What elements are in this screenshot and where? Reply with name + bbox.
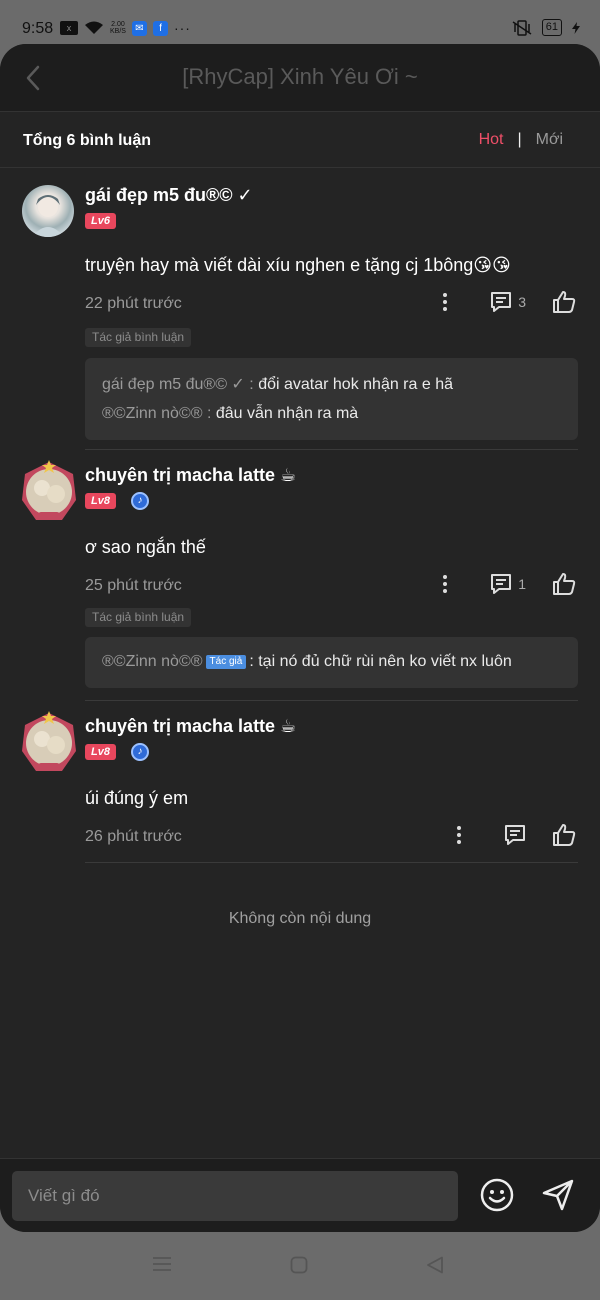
menu-icon[interactable] — [152, 1256, 172, 1272]
level-badge: Lv6 — [85, 213, 116, 229]
author-commented-tag: Tác giả bình luận — [85, 328, 192, 347]
comment-text: ơ sao ngắn thế — [85, 537, 206, 557]
author-commented-tag: Tác giả bình luận — [85, 608, 192, 627]
end-of-content-note: Không còn nội dung — [228, 910, 372, 927]
sim-icon: x — [60, 21, 78, 35]
composer-bar — [0, 1158, 600, 1232]
comment-text: úi đúng ý em — [85, 788, 189, 808]
author-badge: Tác giả — [205, 655, 247, 669]
reply-button[interactable]: 1 — [490, 573, 526, 595]
reply-button[interactable]: 3 — [490, 291, 526, 313]
comment-divider — [85, 862, 578, 863]
facebook-icon: f — [152, 20, 168, 36]
vibrate-icon — [512, 19, 532, 36]
reply-item: ®©Zinn nò©® : đâu vẫn nhận ra mà — [102, 405, 358, 423]
reply-text: : tại nó đủ chữ rùi nên ko viết nx luôn — [249, 653, 512, 670]
emoji-icon[interactable] — [480, 1178, 514, 1212]
status-right-icons: 61 — [512, 19, 580, 36]
status-bar: 9:58 x 2.00 KB/S ✉ f ··· 61 — [0, 0, 600, 46]
level-badge: Lv8 — [85, 493, 116, 509]
comment-input[interactable] — [12, 1171, 458, 1221]
wifi-icon — [85, 21, 103, 34]
comment-username[interactable]: chuyên trị macha latte ☕ — [85, 465, 296, 486]
sort-separator: | — [517, 131, 522, 148]
comment-username[interactable]: gái đẹp m5 đu®© ✓ — [85, 185, 253, 206]
comment-item: gái đẹp m5 đu®© ✓ Lv6 truyện hay mà viết… — [0, 185, 600, 465]
comment-time: 25 phút trước — [85, 577, 182, 594]
title-bar: [RhyCap] Xinh Yêu Ơi ~ — [0, 44, 600, 112]
comment-time: 22 phút trước — [85, 295, 182, 312]
comment-text: truyện hay mà viết dài xíu nghen e tặng … — [85, 255, 511, 275]
more-vertical-icon[interactable] — [430, 287, 460, 317]
comment-actions: 1 — [430, 569, 576, 599]
comment-actions — [444, 820, 576, 850]
comment-username[interactable]: chuyên trị macha latte ☕ — [85, 716, 296, 737]
back-triangle-icon[interactable] — [426, 1256, 444, 1274]
reply-icon — [491, 574, 512, 594]
sort-tabs: Hot | Mới — [479, 131, 563, 149]
reply-item: ®©Zinn nò©® Tác giả: tại nó đủ chữ rùi nê… — [102, 653, 512, 671]
reply-text: đâu vẫn nhận ra mà — [215, 405, 359, 422]
messenger-icon: ✉ — [131, 20, 147, 36]
more-vertical-icon[interactable] — [430, 569, 460, 599]
comment-divider — [85, 700, 578, 701]
avatar[interactable] — [22, 185, 74, 237]
home-icon[interactable] — [290, 1256, 308, 1274]
reply-count: 1 — [518, 576, 526, 592]
reply-preview-box[interactable]: ®©Zinn nò©® Tác giả: tại nó đủ chữ rùi nê… — [85, 637, 578, 688]
reply-author: ®©Zinn nò©® — [102, 653, 203, 670]
like-icon[interactable] — [552, 290, 576, 314]
reply-count: 3 — [518, 294, 526, 310]
like-icon[interactable] — [552, 572, 576, 596]
system-nav-bar — [0, 1232, 600, 1300]
send-icon[interactable] — [540, 1177, 576, 1213]
sort-hot-tab[interactable]: Hot — [479, 131, 504, 149]
like-icon[interactable] — [552, 823, 576, 847]
comment-divider — [85, 449, 578, 450]
battery-indicator: 61 — [541, 19, 562, 36]
reply-author: gái đẹp m5 đu®© ✓ : — [102, 376, 254, 393]
mic-badge-icon: ♪ — [131, 743, 149, 761]
back-arrow-icon[interactable] — [22, 64, 44, 92]
comment-item: chuyên trị macha latte ☕ Lv8 ♪ ơ sao ngắ… — [0, 460, 600, 703]
mic-badge-icon: ♪ — [131, 492, 149, 510]
comments-sheet: [RhyCap] Xinh Yêu Ơi ~ Tổng 6 bình luận … — [0, 44, 600, 1232]
comment-total: Tổng 6 bình luận — [23, 132, 151, 149]
comment-actions: 3 — [430, 287, 576, 317]
reply-icon — [491, 292, 512, 312]
more-vertical-icon[interactable] — [444, 820, 474, 850]
reply-icon — [505, 825, 525, 845]
avatar[interactable] — [18, 711, 80, 777]
comment-time: 26 phút trước — [85, 828, 182, 845]
reply-text: đổi avatar hok nhận ra e hã — [258, 376, 453, 393]
more-notifications-icon: ··· — [173, 20, 191, 36]
level-badge: Lv8 — [85, 744, 116, 760]
comment-summary-bar: Tổng 6 bình luận Hot | Mới — [0, 112, 600, 168]
status-time: 9:58 — [22, 20, 54, 37]
page-title: [RhyCap] Xinh Yêu Ơi ~ — [182, 64, 418, 89]
reply-preview-box[interactable]: gái đẹp m5 đu®© ✓ : đổi avatar hok nhận … — [85, 358, 578, 440]
sort-new-tab[interactable]: Mới — [536, 131, 563, 149]
charging-icon — [572, 21, 580, 34]
avatar[interactable] — [18, 460, 80, 526]
network-speed: 2.00 KB/S — [110, 21, 126, 35]
reply-item: gái đẹp m5 đu®© ✓ : đổi avatar hok nhận … — [102, 374, 453, 394]
status-left-icons: x 2.00 KB/S ✉ f ··· — [60, 20, 191, 36]
comment-item: chuyên trị macha latte ☕ Lv8 ♪ úi đúng ý… — [0, 711, 600, 866]
reply-button[interactable] — [504, 824, 526, 846]
reply-author: ®©Zinn nò©® : — [102, 405, 212, 422]
